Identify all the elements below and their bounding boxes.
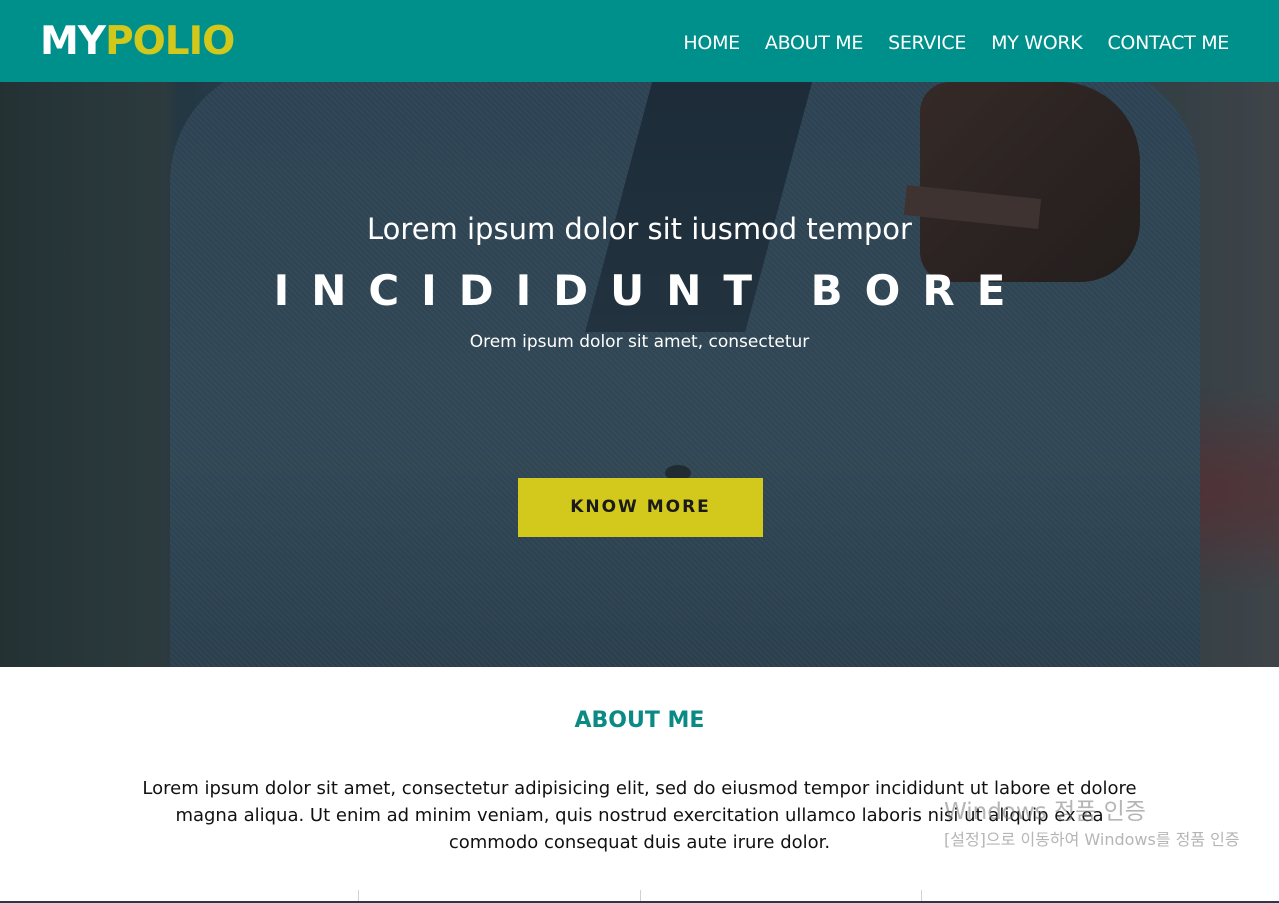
nav-about-me[interactable]: ABOUT ME (765, 28, 864, 58)
windows-activation-watermark: Windows 정품 인증 [설정]으로 이동하여 Windows를 정품 인증 (944, 797, 1240, 851)
main-nav: HOME ABOUT ME SERVICE MY WORK CONTACT ME (683, 28, 1229, 58)
site-header: MYPOLIO HOME ABOUT ME SERVICE MY WORK CO… (0, 0, 1279, 82)
know-more-button[interactable]: KNOW MORE (518, 478, 763, 537)
watermark-subtitle: [설정]으로 이동하여 Windows를 정품 인증 (944, 830, 1240, 849)
nav-my-work[interactable]: MY WORK (991, 28, 1083, 58)
watermark-title: Windows 정품 인증 (944, 799, 1146, 825)
hero-overlay (0, 82, 1279, 667)
hero-description: Orem ipsum dolor sit amet, consectetur (469, 332, 810, 352)
nav-service[interactable]: SERVICE (888, 28, 966, 58)
nav-home[interactable]: HOME (683, 28, 740, 58)
hero-section: Lorem ipsum dolor sit iusmod tempor INCI… (0, 82, 1279, 667)
hero-title: INCIDIDUNT BORE (273, 266, 1028, 315)
nav-contact-me[interactable]: CONTACT ME (1107, 28, 1229, 58)
about-title: ABOUT ME (574, 708, 705, 733)
hero-subtitle: Lorem ipsum dolor sit iusmod tempor (367, 212, 912, 246)
site-logo[interactable]: MYPOLIO (40, 18, 235, 66)
logo-polio: POLIO (105, 19, 235, 64)
logo-my: MY (40, 19, 106, 64)
